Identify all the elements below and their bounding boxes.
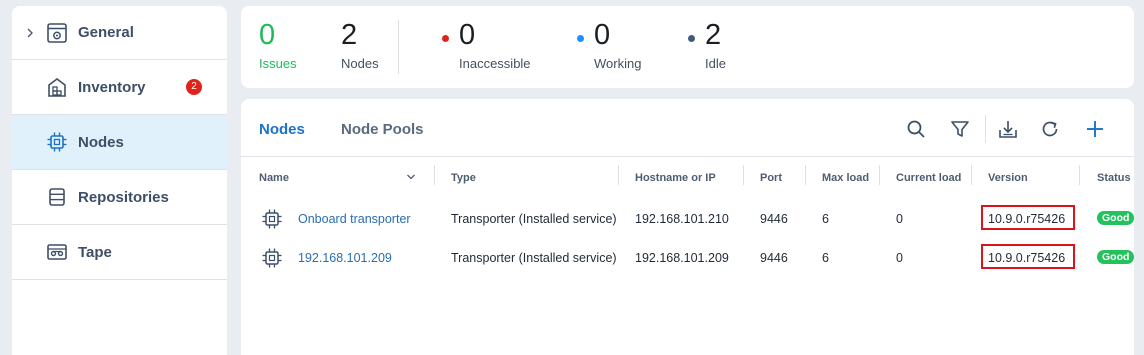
working-count: 0 — [594, 19, 611, 51]
version-highlight: 10.9.0.r75426 — [981, 205, 1075, 230]
tab-nodes[interactable]: Nodes — [259, 121, 305, 138]
node-current-load: 0 — [896, 251, 903, 265]
filter-icon[interactable] — [949, 118, 971, 140]
column-header-hostname[interactable]: Hostname or IP — [635, 172, 716, 184]
node-version: 10.9.0.r75426 — [988, 212, 1066, 226]
column-header-name[interactable]: Name — [259, 172, 289, 184]
nodes-stat[interactable]: 2 Nodes — [341, 18, 379, 71]
sidebar-item-general[interactable]: General — [12, 6, 227, 60]
working-label: Working — [594, 56, 642, 71]
column-separator[interactable] — [805, 165, 806, 185]
inventory-icon — [48, 78, 66, 97]
inaccessible-count: 0 — [459, 19, 476, 51]
node-type: Transporter (Installed service) — [451, 212, 617, 226]
sidebar-item-label: General — [78, 24, 134, 41]
column-header-version[interactable]: Version — [988, 172, 1028, 184]
column-header-port[interactable]: Port — [760, 172, 782, 184]
table-row[interactable]: Onboard transporter Transporter (Install… — [241, 201, 1135, 237]
node-current-load: 0 — [896, 212, 903, 226]
node-name-link[interactable]: Onboard transporter — [298, 212, 411, 226]
idle-count: 2 — [705, 19, 722, 51]
chevron-right-icon[interactable] — [24, 27, 36, 39]
node-port: 9446 — [760, 212, 788, 226]
issues-count: 0 — [259, 19, 276, 51]
column-separator[interactable] — [971, 165, 972, 185]
inaccessible-status-dot — [442, 35, 449, 42]
idle-status-dot — [688, 35, 695, 42]
node-port: 9446 — [760, 251, 788, 265]
tape-icon — [47, 244, 67, 260]
idle-stat[interactable]: 2 Idle — [705, 18, 726, 71]
tab-bar: Nodes Node Pools — [241, 99, 1134, 157]
sidebar-item-label: Inventory — [78, 78, 146, 96]
table-row[interactable]: 192.168.101.209 Transporter (Installed s… — [241, 240, 1135, 276]
node-hostname: 192.168.101.209 — [635, 251, 729, 265]
nodes-panel: Nodes Node Pools Name Type Hostname or I… — [241, 99, 1135, 355]
sidebar: General Inventory 2 Nodes Repositories T… — [12, 6, 227, 355]
inaccessible-label: Inaccessible — [459, 56, 531, 71]
column-header-type[interactable]: Type — [451, 172, 476, 184]
toolbar-divider — [985, 115, 986, 143]
refresh-icon[interactable] — [1039, 118, 1061, 140]
node-hostname: 192.168.101.210 — [635, 212, 729, 226]
column-header-current-load[interactable]: Current load — [896, 172, 961, 184]
idle-label: Idle — [705, 56, 726, 71]
chip-icon — [262, 248, 282, 268]
node-name-link[interactable]: 192.168.101.209 — [298, 251, 392, 265]
status-badge: Good — [1097, 211, 1135, 225]
nodes-label: Nodes — [341, 56, 379, 71]
sidebar-item-label: Tape — [78, 243, 112, 261]
sidebar-item-repositories[interactable]: Repositories — [12, 170, 227, 225]
search-icon[interactable] — [905, 118, 927, 140]
working-stat[interactable]: 0 Working — [594, 18, 641, 71]
chip-icon — [262, 209, 282, 229]
column-separator[interactable] — [879, 165, 880, 185]
sidebar-item-tape[interactable]: Tape — [12, 225, 227, 280]
column-separator[interactable] — [434, 165, 435, 185]
issues-stat[interactable]: 0 Issues — [259, 18, 297, 71]
column-separator[interactable] — [743, 165, 744, 185]
notification-badge: 2 — [186, 79, 202, 95]
node-type: Transporter (Installed service) — [451, 251, 617, 265]
settings-window-icon — [47, 22, 67, 43]
tab-node-pools[interactable]: Node Pools — [341, 121, 424, 138]
column-header-max-load[interactable]: Max load — [822, 172, 869, 184]
version-highlight: 10.9.0.r75426 — [981, 244, 1075, 269]
sort-chevron-icon[interactable] — [406, 173, 416, 181]
column-separator[interactable] — [618, 165, 619, 185]
sidebar-item-inventory[interactable]: Inventory 2 — [12, 60, 227, 115]
repository-icon — [49, 188, 65, 206]
summary-bar: 0 Issues 2 Nodes 0 Inaccessible 0 Workin… — [241, 6, 1134, 88]
add-icon[interactable] — [1084, 118, 1106, 140]
node-version: 10.9.0.r75426 — [988, 251, 1066, 265]
node-max-load: 6 — [822, 251, 829, 265]
inaccessible-stat[interactable]: 0 Inaccessible — [459, 18, 531, 71]
column-header-status[interactable]: Status — [1097, 172, 1131, 184]
sidebar-item-label: Nodes — [78, 133, 124, 151]
status-badge: Good — [1097, 250, 1135, 264]
issues-label: Issues — [259, 56, 297, 71]
summary-divider — [398, 20, 399, 74]
node-max-load: 6 — [822, 212, 829, 226]
working-status-dot — [577, 35, 584, 42]
nodes-count: 2 — [341, 19, 358, 51]
column-separator[interactable] — [1079, 165, 1080, 185]
sidebar-item-label: Repositories — [78, 188, 169, 206]
sidebar-item-nodes[interactable]: Nodes — [12, 115, 227, 170]
export-icon[interactable] — [997, 118, 1019, 140]
chip-icon — [47, 132, 67, 152]
